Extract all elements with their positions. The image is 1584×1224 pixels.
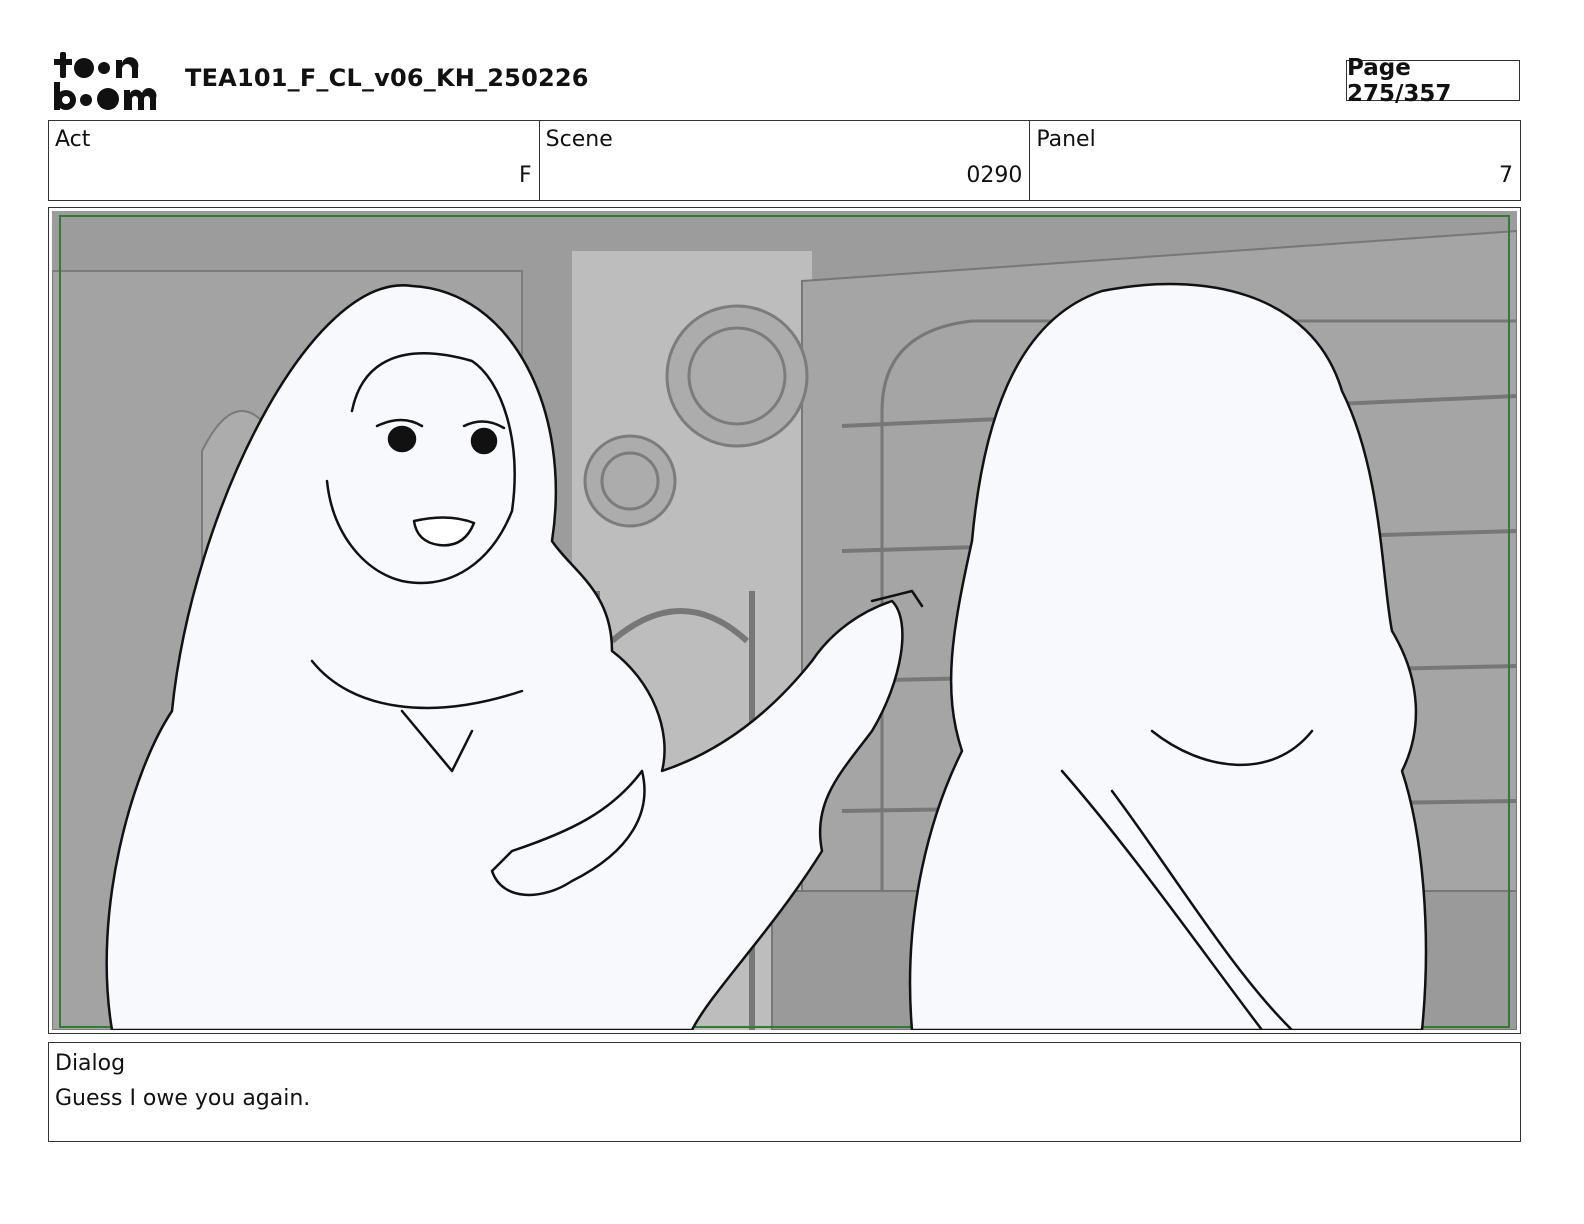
scene-label: Scene bbox=[545, 127, 613, 152]
dialog-text: Guess I owe you again. bbox=[55, 1086, 311, 1111]
scene-value: 0290 bbox=[966, 163, 1023, 188]
panel-label: Panel bbox=[1036, 127, 1096, 152]
act-value: F bbox=[519, 163, 532, 188]
dialog-box: Dialog Guess I owe you again. bbox=[48, 1042, 1521, 1142]
dialog-label: Dialog bbox=[55, 1051, 126, 1076]
document-title: TEA101_F_CL_v06_KH_250226 bbox=[185, 64, 589, 92]
page-counter: Page 275/357 bbox=[1346, 55, 1520, 107]
storyboard-panel bbox=[48, 207, 1521, 1034]
toon-boom-logo bbox=[54, 52, 157, 110]
panel-value: 7 bbox=[1499, 163, 1514, 188]
panel-info-table: Act F Scene 0290 Panel 7 bbox=[48, 120, 1521, 201]
panel-cell: Panel 7 bbox=[1030, 121, 1520, 200]
panel-drawing bbox=[52, 211, 1517, 1030]
scene-cell: Scene 0290 bbox=[540, 121, 1031, 200]
act-label: Act bbox=[55, 127, 91, 152]
act-cell: Act F bbox=[49, 121, 540, 200]
